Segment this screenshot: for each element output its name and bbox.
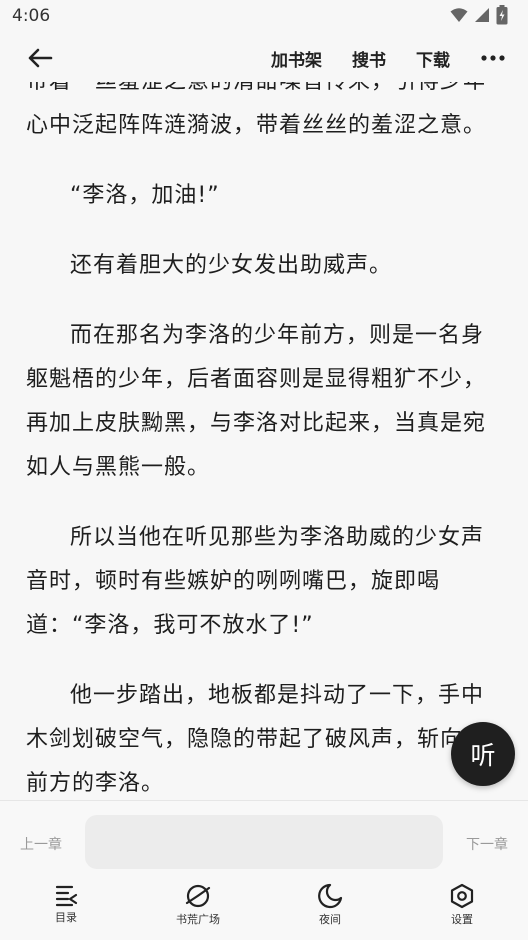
paragraph: 还有着胆大的少女发出助威声。 xyxy=(70,253,393,278)
bottom-nav: 目录 书荒广场 夜间 设置 xyxy=(0,881,528,931)
back-button[interactable] xyxy=(22,42,58,74)
download-button[interactable]: 下载 xyxy=(416,46,450,71)
moon-icon xyxy=(318,883,343,909)
chapter-progress-slider[interactable] xyxy=(85,815,443,869)
planet-icon xyxy=(185,884,211,908)
status-bar: 4:06 xyxy=(0,0,528,34)
bottom-panel: 上一章 下一章 目录 书荒广场 夜间 设置 xyxy=(0,800,528,940)
back-arrow-icon xyxy=(28,48,53,68)
nav-book-square[interactable]: 书荒广场 xyxy=(158,881,238,927)
chapter-navigation: 上一章 下一章 xyxy=(0,815,528,869)
prev-chapter-button[interactable]: 上一章 xyxy=(20,834,62,854)
nav-catalog[interactable]: 目录 xyxy=(26,881,106,925)
reading-content[interactable]: 带着一丝羞涩之意的清甜嗓音传来，引得少年心中泛起阵阵涟漪波，带着丝丝的羞涩之意。… xyxy=(0,82,528,800)
chapter-text: 带着一丝羞涩之意的清甜嗓音传来，引得少年心中泛起阵阵涟漪波，带着丝丝的羞涩之意。… xyxy=(26,82,506,800)
more-button[interactable] xyxy=(480,55,506,61)
paragraph: “李洛，加油!” xyxy=(70,183,220,208)
next-chapter-button[interactable]: 下一章 xyxy=(466,834,508,854)
listen-label: 听 xyxy=(470,741,496,770)
listen-button[interactable]: 听 xyxy=(451,722,515,786)
paragraph: 而在那名为李洛的少年前方，则是一名身躯魁梧的少年，后者面容则是显得粗犷不少，再加… xyxy=(26,323,487,480)
nav-night-mode-label: 夜间 xyxy=(319,913,341,926)
nav-night-mode[interactable]: 夜间 xyxy=(290,881,370,927)
top-actions: 加书架 搜书 下载 xyxy=(271,34,506,82)
more-dots-icon xyxy=(481,55,505,61)
battery-icon xyxy=(496,5,508,25)
nav-catalog-label: 目录 xyxy=(55,911,77,924)
paragraph: 带着一丝羞涩之意的清甜嗓音传来，引得少年心中泛起阵阵涟漪波，带着丝丝的羞涩之意。 xyxy=(26,82,487,138)
wifi-icon xyxy=(450,8,468,22)
status-time: 4:06 xyxy=(12,6,51,26)
status-icons xyxy=(450,5,508,25)
nav-book-square-label: 书荒广场 xyxy=(176,913,220,926)
top-bar: 加书架 搜书 下载 xyxy=(0,34,528,82)
settings-icon xyxy=(450,883,474,909)
catalog-icon xyxy=(55,885,78,907)
search-book-button[interactable]: 搜书 xyxy=(352,46,386,71)
cellular-icon xyxy=(475,8,489,22)
add-to-shelf-button[interactable]: 加书架 xyxy=(271,46,322,71)
paragraph: 他一步踏出，地板都是抖动了一下，手中木剑划破空气，隐隐的带起了破风声，斩向了前方… xyxy=(26,683,487,796)
nav-settings-label: 设置 xyxy=(451,913,473,926)
paragraph: 所以当他在听见那些为李洛助威的少女声音时，顿时有些嫉妒的咧咧嘴巴，旋即喝道：“李… xyxy=(26,525,485,638)
nav-settings[interactable]: 设置 xyxy=(422,881,502,927)
